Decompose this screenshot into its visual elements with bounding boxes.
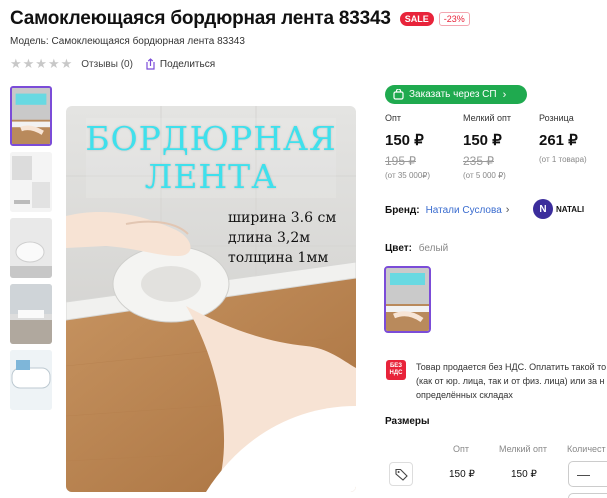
size-tag-button[interactable] (389, 462, 413, 486)
price-condition: (от 35 000₽) (385, 171, 431, 180)
rating-stars-icon: ★★★★★ (10, 56, 74, 71)
quantity-stepper[interactable]: — (568, 461, 607, 487)
chevron-right-icon: › (505, 204, 510, 216)
vat-notice-line: Товар продается без НДС. Оплатить такой … (416, 362, 607, 372)
price-header: Розница (539, 113, 574, 123)
color-swatch-white[interactable] (384, 266, 431, 333)
share-icon (146, 58, 155, 70)
sizes-title: Размеры (385, 416, 430, 427)
discount-badge: -23% (438, 12, 470, 26)
title-row: Самоклеющаяся бордюрная лента 83343 SALE… (10, 8, 470, 30)
color-value: белый (418, 243, 449, 254)
thumbnail-list (10, 86, 54, 416)
brand-logo[interactable]: N NATALI (533, 199, 584, 219)
cart-icon (393, 89, 404, 100)
sale-badge: SALE (399, 12, 434, 26)
price-value: 150 ₽ (463, 132, 502, 149)
brand-logo-text: NATALI (556, 204, 585, 214)
color-row: Цвет: белый (385, 243, 448, 254)
vat-notice-line: определённых складах (416, 390, 513, 400)
main-product-image[interactable]: БОРДЮРНАЯ ЛЕНТА ширина 3.6 см длина 3,2м… (66, 106, 356, 492)
rating-row: ★★★★★ Отзывы (0) Поделиться (10, 56, 215, 72)
image-title-line1: БОРДЮРНАЯ (85, 119, 337, 158)
order-via-sp-button[interactable]: Заказать через СП › (385, 85, 527, 104)
share-button[interactable]: Поделиться (145, 58, 215, 70)
price-column-opt: Опт 150 ₽ 195 ₽ (от 35 000₽) (385, 113, 430, 180)
thumbnail-5[interactable] (10, 350, 52, 410)
model-text: Модель: Самоклеющаяся бордюрная лента 83… (10, 36, 245, 47)
image-spec-length: длина 3,2м (228, 230, 311, 246)
size-price-opt: 150 ₽ (449, 469, 475, 480)
price-header: Мелкий опт (463, 113, 512, 123)
brand-label: Бренд: (385, 204, 420, 216)
sizes-header-quantity: Количест (567, 444, 606, 454)
page-title: Самоклеющаяся бордюрная лента 83343 (10, 8, 391, 29)
minus-icon[interactable]: — (577, 467, 590, 482)
reviews-link[interactable]: Отзывы (0) (81, 59, 133, 70)
image-spec-width: ширина 3.6 см (228, 210, 337, 226)
price-header: Опт (385, 113, 401, 123)
image-spec-thickness: толщина 1мм (228, 250, 329, 266)
chevron-right-icon: › (502, 88, 507, 101)
thumbnail-4[interactable] (10, 284, 52, 344)
price-value: 261 ₽ (539, 132, 578, 149)
share-label: Поделиться (159, 58, 216, 70)
vat-notice-line: (как от юр. лица, так и от физ. лица) ил… (416, 376, 605, 386)
price-old: 235 ₽ (463, 154, 494, 168)
thumbnail-3[interactable] (10, 218, 52, 278)
price-old: 195 ₽ (385, 154, 416, 168)
no-vat-icon: БЕЗ НДС (386, 360, 406, 380)
image-title-line2: ЛЕНТА (144, 157, 278, 196)
thumbnail-1[interactable] (10, 86, 52, 146)
price-condition: (от 1 товара) (539, 155, 587, 164)
price-column-retail: Розница 261 ₽ (от 1 товара) (539, 113, 587, 164)
price-condition: (от 5 000 ₽) (463, 171, 506, 180)
sizes-header-small-opt: Мелкий опт (499, 444, 548, 454)
color-label: Цвет: (385, 243, 412, 254)
size-price-small-opt: 150 ₽ (511, 469, 537, 480)
brand-row: Бренд: Натали Суслова › (385, 204, 509, 216)
vat-notice: Товар продается без НДС. Оплатить такой … (416, 360, 607, 402)
price-column-small-opt: Мелкий опт 150 ₽ 235 ₽ (от 5 000 ₽) (463, 113, 511, 180)
sizes-header-opt: Опт (453, 444, 469, 454)
tag-icon (394, 468, 408, 481)
quantity-stepper-secondary[interactable] (568, 493, 607, 498)
price-value: 150 ₽ (385, 132, 424, 149)
thumbnail-2[interactable] (10, 152, 52, 212)
order-button-label: Заказать через СП (409, 89, 497, 100)
brand-logo-icon: N (533, 199, 553, 219)
brand-link[interactable]: Натали Суслова (426, 205, 502, 216)
